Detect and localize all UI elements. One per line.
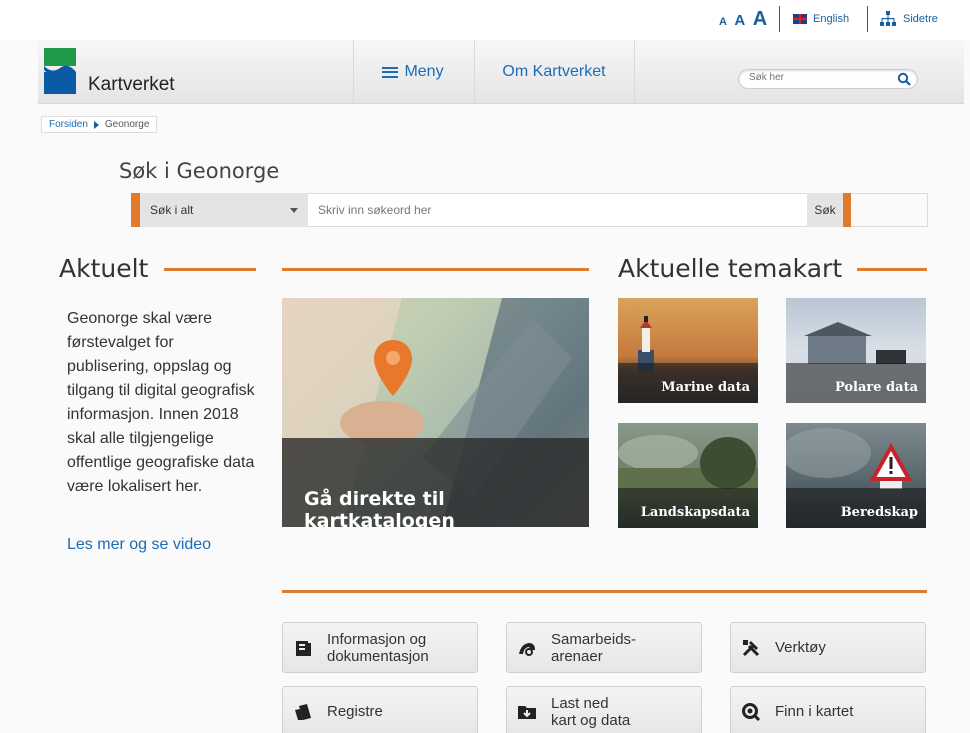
hamburger-icon: [382, 66, 399, 78]
breadcrumb-current: Geonorge: [104, 119, 150, 130]
read-more-link[interactable]: Les mer og se video: [67, 536, 211, 554]
search-title: Søk i Geonorge: [119, 159, 280, 183]
feature-label: Gå direkte til kartkatalogen: [304, 488, 455, 527]
breadcrumb: Forsiden Geonorge: [41, 116, 158, 133]
geonorge-search-bar: Søk i alt Skriv inn søkeord her Søk: [131, 193, 928, 227]
map-search-icon: [741, 702, 761, 722]
english-label: English: [813, 13, 850, 25]
brand-name[interactable]: Kartverket: [88, 74, 175, 96]
header-search: [738, 69, 918, 89]
aktuelt-body: Geonorge skal være førstevalget for publ…: [67, 310, 255, 495]
tile-polare-data[interactable]: Polare data: [786, 298, 926, 403]
collaboration-icon: [517, 638, 537, 658]
divider: [779, 6, 780, 32]
header-search-input[interactable]: [749, 72, 889, 83]
tile-label: Beredskap: [840, 505, 918, 520]
temakart-heading: Aktuelle temakart: [618, 254, 843, 283]
search-button[interactable]: Søk: [807, 193, 843, 227]
utility-bar: A A A English Sidetre: [0, 0, 970, 40]
sitemap-icon: [880, 11, 896, 26]
font-size-medium-button[interactable]: A: [734, 12, 745, 29]
font-size-small-button[interactable]: A: [719, 16, 727, 28]
info-docs-button[interactable]: Informasjon og dokumentasjon: [282, 622, 478, 673]
menu-button[interactable]: Meny: [353, 40, 473, 104]
button-label: Finn i kartet: [775, 703, 854, 720]
download-folder-icon: [517, 702, 537, 722]
catalog-feature[interactable]: Gå direkte til kartkatalogen: [282, 298, 589, 527]
button-label: Samarbeids-arenaer: [551, 630, 637, 665]
font-size-controls: A A A: [719, 8, 770, 31]
sitemap-link[interactable]: Sidetre: [879, 10, 938, 28]
search-scope-select[interactable]: Søk i alt: [140, 193, 308, 227]
section-rule: [282, 590, 927, 593]
tile-beredskap[interactable]: Beredskap: [786, 423, 926, 528]
divider: [867, 6, 868, 32]
search-icon[interactable]: [897, 72, 911, 86]
font-size-large-button[interactable]: A: [753, 8, 767, 31]
tile-label: Polare data: [834, 380, 918, 395]
about-link[interactable]: Om Kartverket: [474, 40, 634, 104]
tools-button[interactable]: Verktøy: [730, 622, 926, 673]
accent-bar: [131, 193, 140, 227]
download-button[interactable]: Last ned kart og data: [506, 686, 702, 733]
tools-icon: [741, 638, 761, 658]
accent-bar: [843, 193, 851, 227]
heading-rule: [282, 268, 589, 271]
site-header: Kartverket Meny Om Kartverket: [38, 40, 964, 104]
find-in-map-button[interactable]: Finn i kartet: [730, 686, 926, 733]
tile-marine-data[interactable]: Marine data: [618, 298, 758, 403]
button-label: Last ned kart og data: [551, 694, 631, 729]
sitemap-label: Sidetre: [903, 13, 938, 25]
chevron-right-icon: [93, 120, 99, 129]
tile-landskapsdata[interactable]: Landskapsdata: [618, 423, 758, 528]
tile-label: Landskapsdata: [640, 505, 750, 520]
menu-label: Meny: [404, 63, 444, 80]
search-scope-label: Søk i alt: [150, 203, 194, 217]
tile-label: Marine data: [661, 380, 750, 395]
button-label: Registre: [327, 703, 383, 720]
uk-flag-icon: [793, 14, 807, 24]
button-label: Verktøy: [775, 639, 826, 656]
location-pin-icon: [374, 340, 412, 396]
button-label: Informasjon og dokumentasjon: [327, 630, 429, 665]
kartverket-logo-icon[interactable]: [44, 48, 76, 94]
breadcrumb-home[interactable]: Forsiden: [49, 119, 88, 130]
aktuelt-heading: Aktuelt: [59, 254, 149, 283]
registers-button[interactable]: Registre: [282, 686, 478, 733]
chevron-down-icon: [290, 208, 298, 213]
heading-rule: [164, 268, 256, 271]
heading-rule: [857, 268, 927, 271]
collab-arenas-button[interactable]: Samarbeids-arenaer: [506, 622, 702, 673]
registry-cards-icon: [293, 702, 313, 722]
english-link[interactable]: English: [793, 13, 849, 25]
divider: [634, 40, 635, 104]
document-icon: [293, 638, 313, 658]
